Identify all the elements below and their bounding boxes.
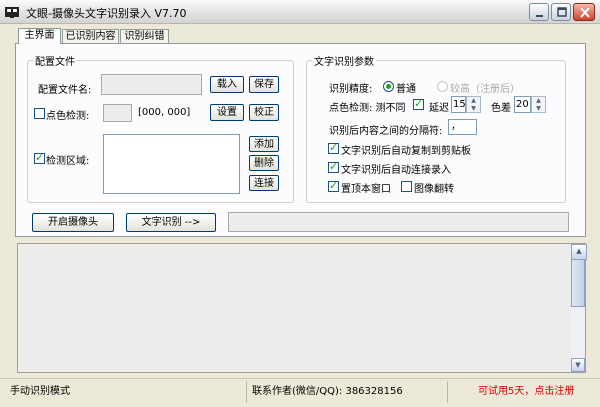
calibrate-button[interactable]: 校正: [249, 104, 279, 121]
spin-up-icon[interactable]: ▲: [532, 97, 545, 105]
color-detect-label: 点色检测:: [46, 111, 90, 122]
precision-label: 识别精度:: [329, 84, 373, 95]
status-divider: [447, 381, 448, 403]
topmost-checkbox[interactable]: [328, 179, 339, 192]
delay-spinner[interactable]: ▲ ▼: [466, 96, 481, 113]
color-diff-label: 色差: [491, 103, 511, 114]
precision-normal-radio[interactable]: [383, 81, 394, 92]
topmost-label: 置顶本窗口: [341, 184, 391, 195]
status-divider: [246, 381, 247, 403]
detect-region-label: 检测区域:: [46, 156, 90, 167]
config-name-label: 配置文件名:: [38, 85, 92, 96]
delay-label: 延迟: [429, 103, 449, 114]
flip-image-label: 图像翻转: [414, 184, 454, 195]
ocr-params-group-title: 文字识别参数: [312, 53, 376, 68]
auto-copy-label: 文字识别后自动复制到剪贴板: [341, 146, 471, 157]
flip-image-checkbox[interactable]: [401, 181, 412, 192]
config-name-field[interactable]: [101, 74, 202, 95]
delay-input[interactable]: 15: [451, 96, 466, 113]
separator-input[interactable]: ，: [448, 119, 477, 135]
color-detect-checkbox[interactable]: [34, 108, 45, 119]
minimize-button[interactable]: [529, 3, 549, 21]
register-link[interactable]: 可试用5天，点击注册: [478, 382, 574, 402]
delete-region-button[interactable]: 删除: [249, 155, 279, 171]
scroll-up-icon[interactable]: ▲: [571, 244, 587, 260]
add-region-button[interactable]: 添加: [249, 136, 279, 152]
save-button[interactable]: 保存: [249, 76, 279, 93]
auto-copy-checkbox[interactable]: [328, 141, 339, 154]
recognize-button[interactable]: 文字识别 -->: [126, 213, 216, 232]
color-diff-spinner[interactable]: ▲ ▼: [531, 96, 546, 113]
tab-recognized-content[interactable]: 已识别内容: [62, 29, 119, 43]
precision-high-radio[interactable]: [437, 81, 448, 92]
tab-recognition-correction[interactable]: 识别纠错: [120, 29, 169, 43]
color-diff-input[interactable]: 20: [514, 96, 531, 113]
spin-up-icon[interactable]: ▲: [467, 97, 480, 105]
output-text-area[interactable]: [17, 243, 586, 373]
close-button[interactable]: [573, 3, 595, 21]
set-button[interactable]: 设置: [210, 104, 244, 121]
progress-field: [228, 212, 569, 232]
open-camera-button[interactable]: 开启摄像头: [32, 213, 114, 232]
maximize-button[interactable]: [551, 3, 571, 21]
measure-different-checkbox[interactable]: [413, 97, 424, 110]
color-swatch-field[interactable]: [103, 104, 132, 122]
config-group-title: 配置文件: [33, 53, 77, 68]
auto-connect-label: 文字识别后自动连接录入: [341, 165, 451, 176]
spin-down-icon[interactable]: ▼: [532, 105, 545, 113]
spin-down-icon[interactable]: ▼: [467, 105, 480, 113]
scroll-down-icon[interactable]: ▼: [571, 358, 585, 372]
app-icon: [4, 4, 20, 20]
ocr-color-detect-label: 点色检测: 测不同: [329, 103, 406, 114]
detect-region-checkbox[interactable]: [34, 151, 45, 164]
color-coords: [000, 000]: [138, 107, 191, 118]
output-scrollbar[interactable]: ▲ ▼: [571, 244, 587, 372]
separator-label: 识别后内容之间的分隔符:: [329, 126, 443, 137]
scrollbar-thumb[interactable]: [571, 259, 585, 307]
auto-connect-checkbox[interactable]: [328, 160, 339, 173]
detect-region-list[interactable]: [103, 134, 240, 194]
status-mode: 手动识别模式: [10, 386, 70, 397]
load-button[interactable]: 载入: [210, 76, 244, 93]
tab-main[interactable]: 主界面: [18, 28, 61, 44]
connect-region-button[interactable]: 连接: [249, 175, 279, 191]
precision-normal-label: 普通: [396, 84, 416, 95]
status-contact: 联系作者(微信/QQ): 386328156: [252, 386, 403, 397]
precision-high-label: 较高（注册后）: [450, 84, 520, 95]
window-title: 文眼-摄像头文字识别录入 V7.70: [26, 7, 187, 20]
